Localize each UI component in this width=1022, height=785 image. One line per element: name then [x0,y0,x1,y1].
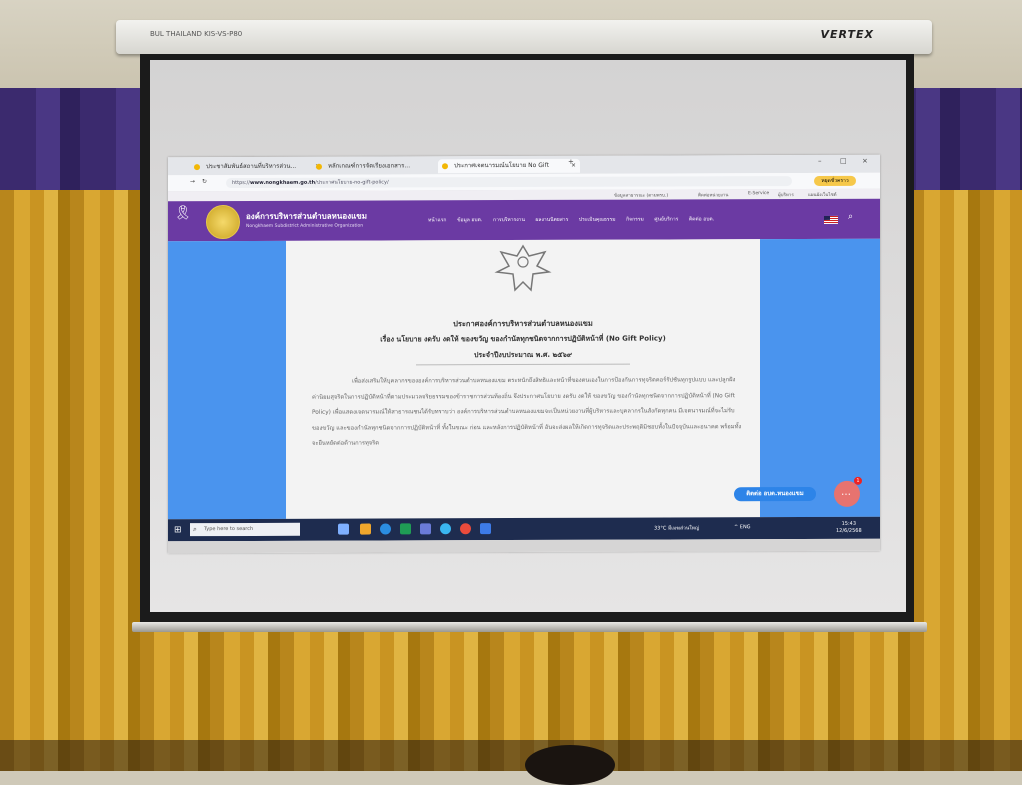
announcement-document: ประกาศองค์การบริหารส่วนตำบลหนองแขม เรื่อ… [286,239,760,519]
org-name: องค์การบริหารส่วนตำบลหนองแขม [246,211,367,221]
screen-housing: BUL THAILAND KIS-VS-P80 VERTEX [116,20,932,54]
browser-tab-3-active[interactable]: ประกาศเจตนารมณ์นโยบาย No Gift × [438,158,580,174]
app-icon-2[interactable] [440,523,451,535]
excel-icon[interactable] [400,523,411,535]
menu-item[interactable]: การบริหารงาน [493,217,525,223]
tab-title: ประกาศเจตนารมณ์นโยบาย No Gift [454,161,549,170]
edge-icon[interactable] [380,523,391,535]
windows-taskbar: ⊞ Type here to search 33°C มีเมฆส่วนใหญ่… [168,516,880,542]
chat-badge: 1 [854,476,862,485]
chrome-icon[interactable] [460,523,471,535]
file-explorer-icon[interactable] [360,523,371,535]
mourning-ribbon-icon: 🎗 [174,205,192,222]
top-link[interactable]: แผนผังเว็บไซต์ [808,191,837,198]
screen-model-label: BUL THAILAND KIS-VS-P80 [150,30,243,38]
menu-item[interactable]: ศูนย์บริการ [654,216,678,222]
browser-tab-2[interactable]: หลักเกณฑ์การจัดเรียงเอกสาร... × [312,159,450,173]
top-link[interactable]: E-Service [748,191,769,196]
app-icon[interactable] [420,523,431,535]
top-link[interactable]: ข้อมูลสาธารณะ (ตามพรบ.) [614,191,668,198]
browser-tab-1[interactable]: ประชาสัมพันธ์สถานที่บริหารส่วน... × [190,160,324,174]
menu-item[interactable]: ประเมินคุณธรรม [579,217,616,223]
url-prefix: https:// [232,179,250,187]
site-navbar: 🎗 องค์การบริหารส่วนตำบลหนองแขม Nongkhaem… [168,198,880,242]
org-seal-logo[interactable] [206,204,240,240]
contact-chat-label[interactable]: ติดต่อ อบต.หนองแขม [734,486,816,502]
floor-shadow [0,740,1022,771]
top-link[interactable]: ติดต่อหน่วยงาน [698,191,728,198]
minimize-icon[interactable]: – [818,157,822,165]
projected-browser: ประชาสัมพันธ์สถานที่บริหารส่วน... × หลัก… [168,154,880,554]
menu-item[interactable]: ข้อมูล อบต. [457,217,482,223]
right-blue-panel [760,238,880,518]
reload-icon[interactable]: ↻ [202,178,207,185]
menu-item[interactable]: ติดต่อ อบต. [689,216,714,222]
divider [416,363,630,366]
window-close-icon[interactable]: × [862,157,868,165]
windows-start-icon[interactable]: ⊞ [174,525,182,535]
system-tray[interactable]: ^ ENG [734,524,751,530]
task-view-icon[interactable] [338,523,349,535]
audience-head [525,745,615,785]
menu-item[interactable]: กิจกรรม [626,217,644,223]
favicon-icon [194,164,200,171]
english-flag-icon[interactable] [824,215,838,224]
forward-icon[interactable]: → [190,178,195,185]
screen-brand-logo: VERTEX [820,28,874,41]
doc-subject: เรื่อง นโยบาย งดรับ งดให้ ของขวัญ ของกำน… [380,334,666,344]
left-blue-panel [168,240,286,520]
top-link[interactable]: ผู้บริหาร [778,191,794,198]
favicon-icon [442,163,448,170]
search-icon[interactable]: ⌕ [848,212,853,222]
main-menu: หน้าแรก ข้อมูล อบต. การบริหารงาน ผลงานนิ… [428,215,723,224]
url-field[interactable]: https://www.nongkhaem.go.th/ประกาศนโยบาย… [226,176,792,189]
url-path: /ประกาศนโยบาย-no-gift-policy/ [315,179,389,186]
tab-title: หลักเกณฑ์การจัดเรียงเอกสาร... [328,162,411,170]
desktop-below-taskbar [168,538,880,554]
doc-body-text: เพื่อส่งเสริมให้บุคลากรขององค์การบริหารส… [312,377,742,447]
profile-button[interactable]: หยุดชั่วคราว [814,175,856,186]
menu-item[interactable]: ผลงานนิตยสาร [535,217,568,223]
tab-title: ประชาสัมพันธ์สถานที่บริหารส่วน... [206,162,297,171]
maximize-icon[interactable]: □ [840,157,847,165]
org-subtitle: Nongkhaem Subdistrict Administrative Org… [246,223,364,229]
weather-status[interactable]: 33°C มีเมฆส่วนใหญ่ [654,524,699,532]
taskbar-search-input[interactable]: Type here to search [190,522,300,537]
url-host: www.nongkhaem.go.th [249,179,316,186]
favicon-icon [316,163,322,170]
taskbar-clock[interactable]: 15:43 12/6/2568 [836,521,862,535]
garuda-emblem-icon [494,244,552,292]
app-icon-3[interactable] [480,523,491,535]
screen-bottom-bar [132,622,927,632]
doc-heading: ประกาศองค์การบริหารส่วนตำบลหนองแขม [453,318,593,329]
new-tab-icon[interactable]: + [568,158,574,166]
doc-fiscal-year: ประจำปีงบประมาณ พ.ศ. ๒๕๖๙ [473,350,573,360]
clock-date: 12/6/2568 [836,527,862,534]
menu-item[interactable]: หน้าแรก [428,217,446,223]
